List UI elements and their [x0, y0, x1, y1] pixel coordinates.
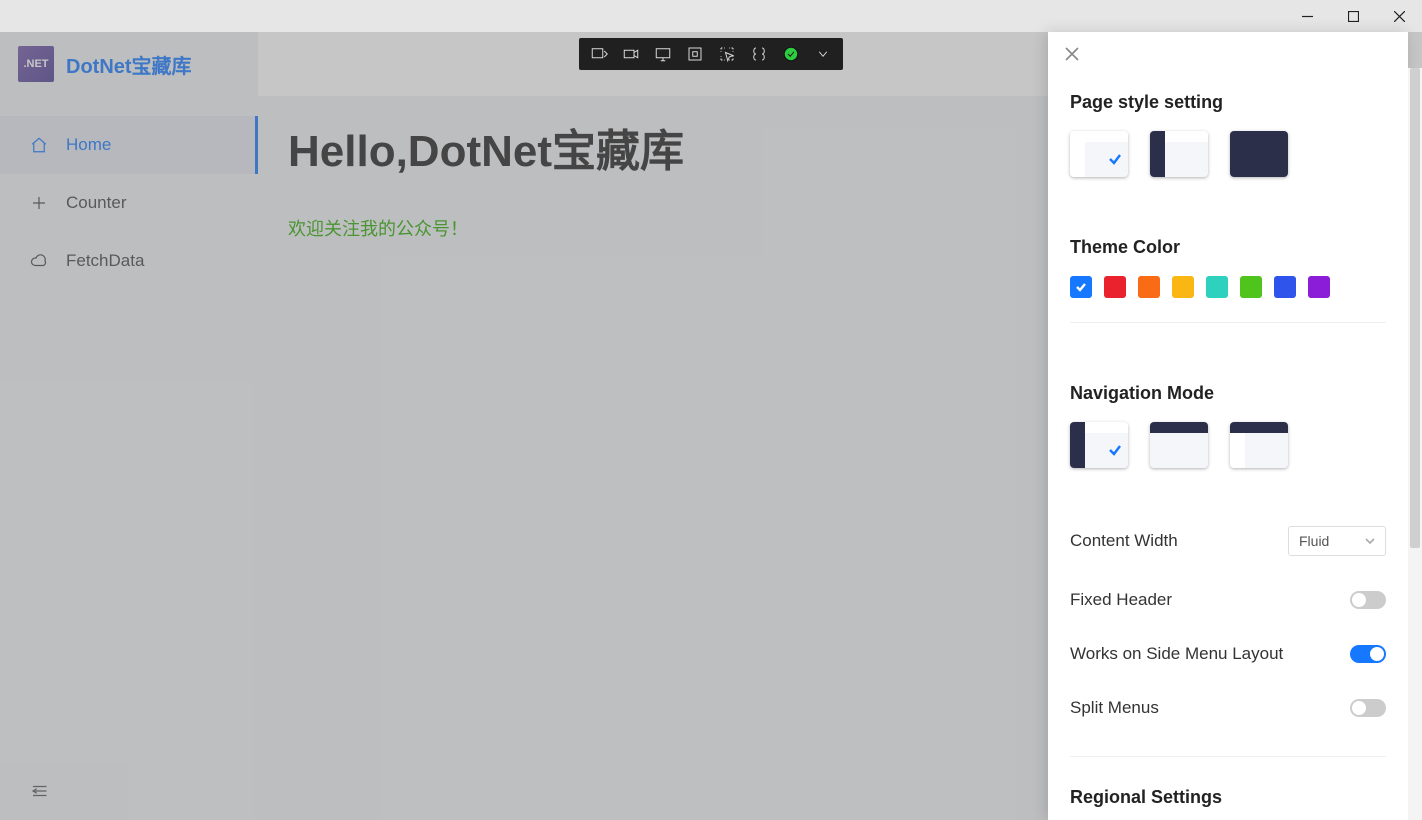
- section-title-theme-color: Theme Color: [1070, 237, 1386, 258]
- dbg-bracket-icon[interactable]: [749, 44, 769, 64]
- side-menu-toggle[interactable]: [1350, 645, 1386, 663]
- content-width-select[interactable]: Fluid: [1288, 526, 1386, 556]
- sidebar-item-counter[interactable]: Counter: [0, 174, 258, 232]
- brand-title: DotNet宝藏库: [66, 50, 192, 79]
- section-title-nav-mode: Navigation Mode: [1070, 383, 1386, 404]
- collapse-icon[interactable]: [30, 784, 48, 803]
- page-style-mixed[interactable]: [1150, 131, 1208, 177]
- sidebar-nav: Home Counter FetchData: [0, 96, 258, 766]
- page-style-dark[interactable]: [1230, 131, 1288, 177]
- theme-swatch[interactable]: [1138, 276, 1160, 298]
- divider: [1070, 756, 1386, 757]
- brand: .NET DotNet宝藏库: [0, 32, 258, 96]
- dbg-select-icon[interactable]: [717, 44, 737, 64]
- label-fixed-header: Fixed Header: [1070, 590, 1172, 610]
- dbg-chevron-down-icon[interactable]: [813, 44, 833, 64]
- window-titlebar: [0, 0, 1422, 32]
- page-style-options: [1070, 131, 1386, 177]
- theme-swatch[interactable]: [1206, 276, 1228, 298]
- check-icon: [1108, 152, 1122, 171]
- sidebar-item-label: Home: [66, 135, 111, 155]
- sidebar-item-fetchdata[interactable]: FetchData: [0, 232, 258, 290]
- dbg-ok-icon[interactable]: [781, 44, 801, 64]
- theme-swatch[interactable]: [1070, 276, 1092, 298]
- chevron-down-icon: [1365, 536, 1375, 546]
- theme-color-swatches: [1070, 276, 1386, 298]
- label-side-menu-layout: Works on Side Menu Layout: [1070, 644, 1283, 664]
- split-menus-toggle[interactable]: [1350, 699, 1386, 717]
- scrollbar[interactable]: [1408, 68, 1422, 820]
- dbg-square-icon[interactable]: [685, 44, 705, 64]
- nav-mode-top[interactable]: [1150, 422, 1208, 468]
- sidebar-item-label: Counter: [66, 193, 126, 213]
- sidebar-footer: [0, 766, 258, 820]
- nav-mode-options: [1070, 422, 1386, 468]
- dbg-send-icon[interactable]: [589, 44, 609, 64]
- fixed-header-toggle[interactable]: [1350, 591, 1386, 609]
- label-content-width: Content Width: [1070, 531, 1178, 551]
- scrollbar-thumb[interactable]: [1410, 68, 1420, 548]
- window-minimize-button[interactable]: [1284, 0, 1330, 32]
- home-icon: [30, 136, 48, 154]
- sidebar: .NET DotNet宝藏库 Home Counter FetchData: [0, 32, 258, 820]
- divider: [1070, 322, 1386, 323]
- sidebar-item-label: FetchData: [66, 251, 144, 271]
- brand-logo: .NET: [18, 46, 54, 82]
- dbg-camera-icon[interactable]: [621, 44, 641, 64]
- debug-toolbar[interactable]: [579, 38, 843, 70]
- plus-icon: [30, 194, 48, 212]
- cloud-icon: [30, 252, 48, 270]
- theme-swatch[interactable]: [1240, 276, 1262, 298]
- section-title-page-style: Page style setting: [1070, 92, 1386, 113]
- theme-swatch[interactable]: [1274, 276, 1296, 298]
- settings-drawer: Page style setting Theme Color Navigatio…: [1048, 32, 1408, 820]
- window-maximize-button[interactable]: [1330, 0, 1376, 32]
- theme-swatch[interactable]: [1104, 276, 1126, 298]
- dbg-screen-icon[interactable]: [653, 44, 673, 64]
- close-icon[interactable]: [1064, 46, 1082, 64]
- nav-mode-side[interactable]: [1070, 422, 1128, 468]
- section-title-regional: Regional Settings: [1070, 787, 1386, 808]
- sidebar-item-home[interactable]: Home: [0, 116, 258, 174]
- label-split-menus: Split Menus: [1070, 698, 1159, 718]
- theme-swatch[interactable]: [1308, 276, 1330, 298]
- page-style-light[interactable]: [1070, 131, 1128, 177]
- window-close-button[interactable]: [1376, 0, 1422, 32]
- nav-mode-mix[interactable]: [1230, 422, 1288, 468]
- check-icon: [1108, 443, 1122, 462]
- theme-swatch[interactable]: [1172, 276, 1194, 298]
- select-value: Fluid: [1299, 533, 1329, 549]
